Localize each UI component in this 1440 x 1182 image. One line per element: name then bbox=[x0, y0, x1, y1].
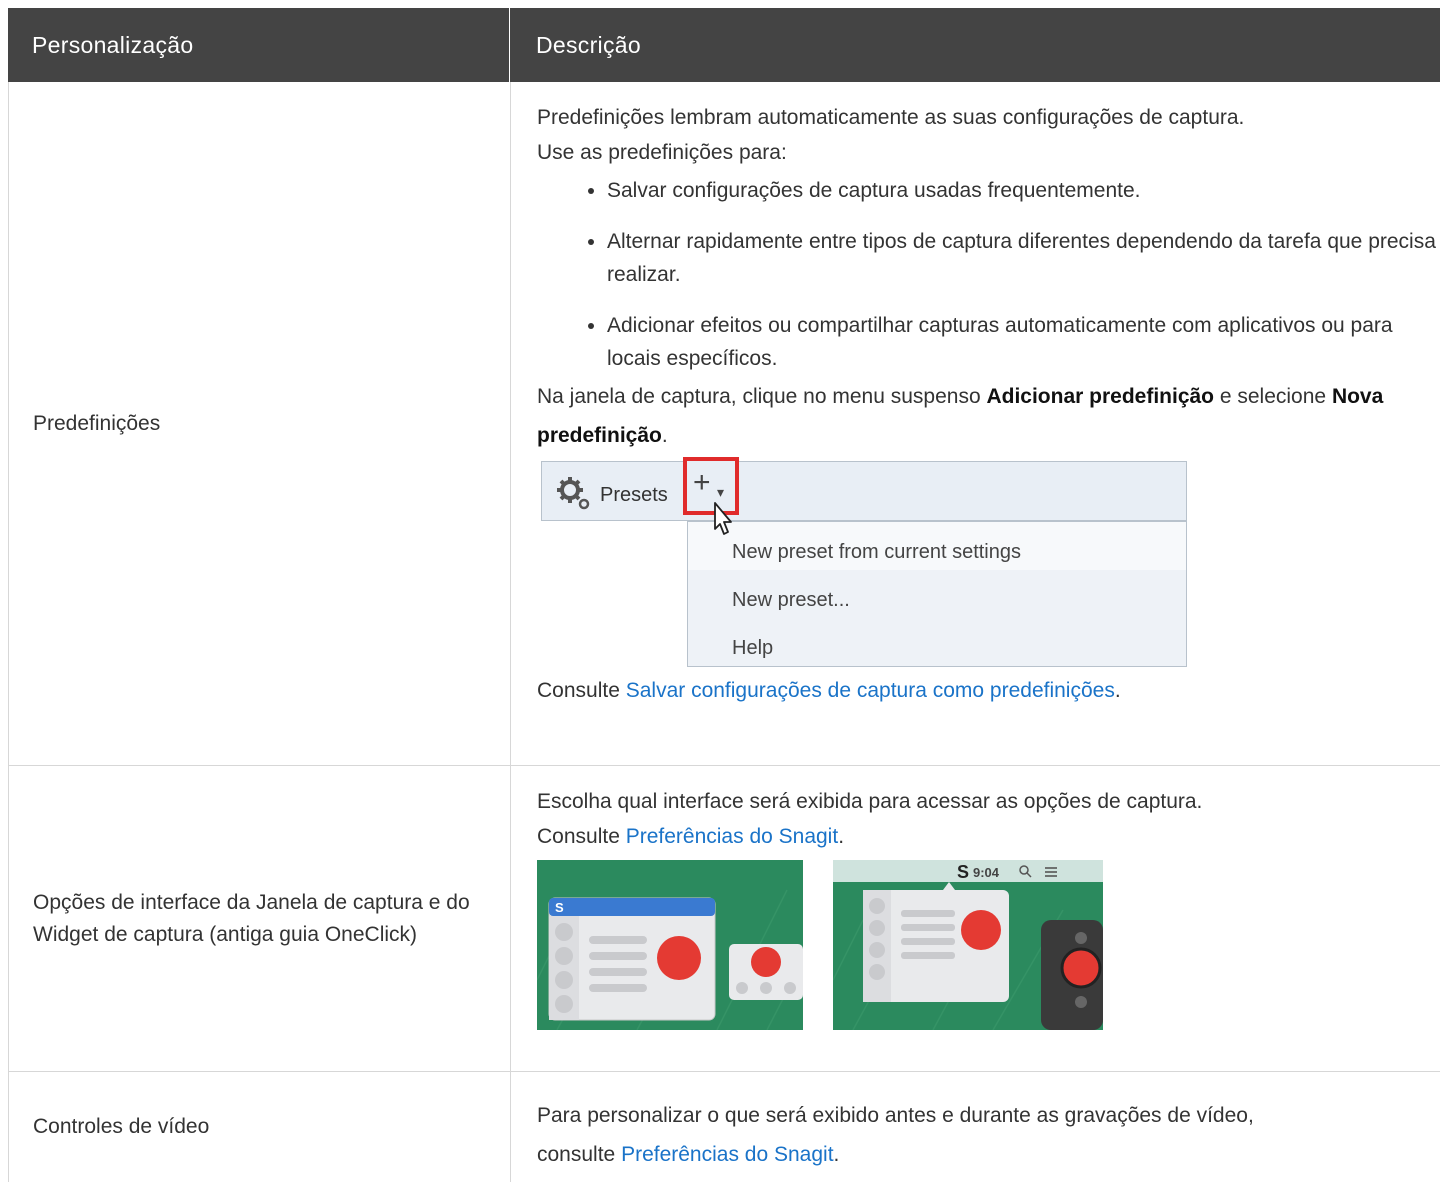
row-description: Escolha qual interface será exibida para… bbox=[511, 766, 1440, 1071]
menu-item-new-preset: New preset... bbox=[732, 589, 850, 611]
menu-item-help: Help bbox=[732, 637, 774, 659]
see-also-text: Consulte Preferências do Snagit. bbox=[537, 819, 1440, 854]
instruction-text: Na janela de captura, clique no menu sus… bbox=[537, 377, 1440, 455]
description-text: Escolha qual interface será exibida para… bbox=[537, 790, 1203, 813]
capture-widget-illustration: S 9:04 bbox=[833, 860, 1103, 1030]
row-description: Predefinições lembram automaticamente as… bbox=[511, 82, 1440, 765]
customization-table: Personalização Descrição Predefinições P… bbox=[8, 8, 1440, 1182]
instruction-end: . bbox=[661, 424, 668, 447]
link-preferencias-snagit-video[interactable]: Preferências do Snagit bbox=[621, 1143, 833, 1166]
see-also-pre: consulte bbox=[537, 1143, 622, 1166]
see-also-pre: Consulte bbox=[537, 825, 626, 848]
see-also-end: . bbox=[838, 825, 845, 848]
row-label-predefinicoes: Predefinições bbox=[9, 82, 511, 765]
presets-bar: Presets bbox=[541, 461, 1187, 521]
presets-dropdown-menu: New preset from current settings New pre… bbox=[687, 521, 1187, 667]
instruction-pre: Na janela de captura, clique no menu sus… bbox=[537, 385, 987, 408]
bullet-list: Salvar configurações de captura usadas f… bbox=[537, 174, 1440, 375]
see-also-end: . bbox=[833, 1143, 840, 1166]
capture-window-illustration: S bbox=[537, 860, 803, 1030]
link-preferencias-snagit[interactable]: Preferências do Snagit bbox=[626, 825, 838, 848]
presets-screenshot: Presets New preset from current settings… bbox=[537, 457, 1187, 669]
see-also-text: Consulte Salvar configurações de captura… bbox=[537, 673, 1440, 708]
instruction-bold-add-preset: Adicionar predefinição bbox=[986, 385, 1215, 408]
table-row: Predefinições Predefinições lembram auto… bbox=[8, 82, 1440, 766]
table-row: Controles de vídeo Para personalizar o q… bbox=[8, 1072, 1440, 1182]
list-item: Salvar configurações de captura usadas f… bbox=[607, 174, 1440, 207]
description-text: Para personalizar o que será exibido ant… bbox=[537, 1104, 1254, 1127]
snagit-logo-icon: S bbox=[957, 862, 969, 882]
list-item: Alternar rapidamente entre tipos de capt… bbox=[607, 225, 1440, 291]
see-also-pre: Consulte bbox=[537, 679, 626, 702]
snagit-logo-icon: S bbox=[555, 900, 564, 915]
table-row: Opções de interface da Janela de captura… bbox=[8, 766, 1440, 1072]
presets-label: Presets bbox=[600, 484, 668, 506]
row-label-video-controls: Controles de vídeo bbox=[9, 1072, 511, 1182]
row-label-interface-options: Opções de interface da Janela de captura… bbox=[9, 766, 511, 1071]
capture-widget-image: S 9:04 bbox=[833, 860, 1103, 1030]
intro-text-1: Predefinições lembram automaticamente as… bbox=[537, 106, 1245, 129]
instruction-mid: e selecione bbox=[1214, 385, 1332, 408]
list-item: Adicionar efeitos ou compartilhar captur… bbox=[607, 309, 1440, 375]
clock-time: 9:04 bbox=[973, 865, 1000, 880]
menu-item-new-preset-current: New preset from current settings bbox=[732, 541, 1021, 563]
header-personalizacao: Personalização bbox=[8, 8, 510, 82]
header-descricao: Descrição bbox=[536, 31, 641, 58]
see-also-end: . bbox=[1114, 679, 1121, 702]
interface-screenshots: S S 9:04 bbox=[537, 860, 1440, 1030]
capture-window-image: S bbox=[537, 860, 803, 1030]
plus-icon: + bbox=[693, 466, 711, 499]
table-header: Personalização Descrição bbox=[8, 8, 1440, 82]
intro-text-2: Use as predefinições para: bbox=[537, 141, 787, 164]
see-also-text: consulte Preferências do Snagit. bbox=[537, 1135, 1440, 1174]
cursor-icon bbox=[714, 502, 732, 535]
link-salvar-configuracoes[interactable]: Salvar configurações de captura como pre… bbox=[626, 679, 1115, 702]
row-description: Para personalizar o que será exibido ant… bbox=[511, 1072, 1440, 1182]
gear-icon bbox=[557, 477, 590, 510]
